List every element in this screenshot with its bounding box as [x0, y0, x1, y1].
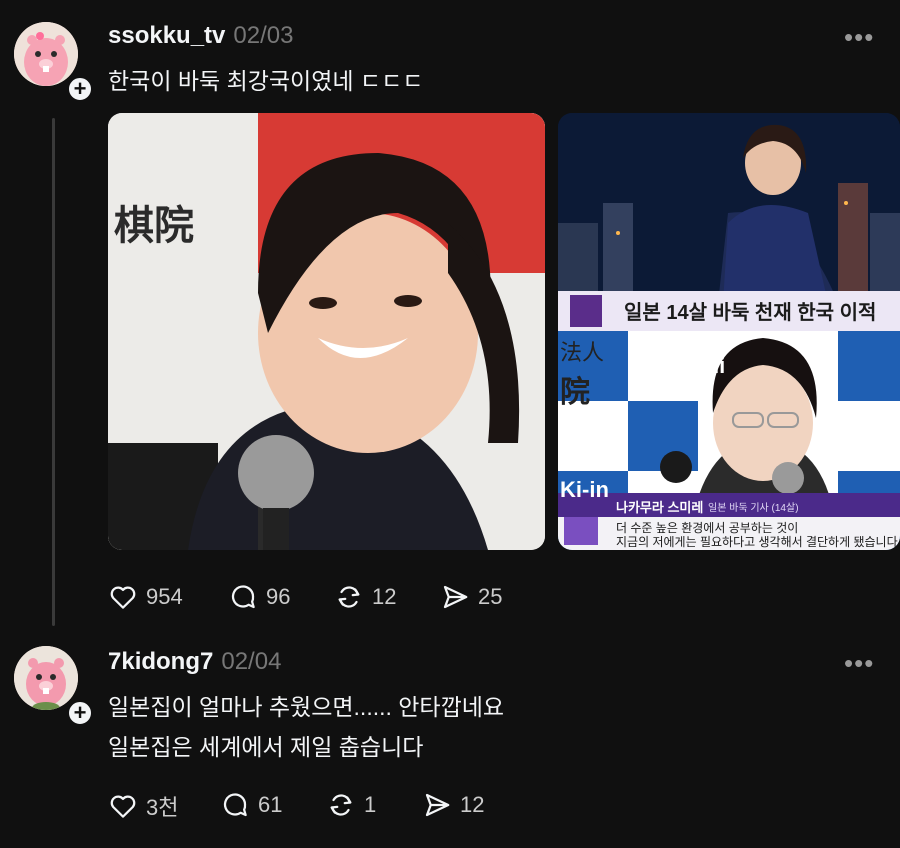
background-text-2: 院 [560, 375, 590, 410]
like-button[interactable]: 954 [108, 582, 183, 612]
reply-reply-button[interactable]: 61 [220, 790, 282, 820]
reply-like-count: 3천 [146, 795, 179, 820]
news-person-name: 나카무라 스미레 [616, 500, 704, 515]
post-image-2[interactable]: 일본 14살 바둑 천재 한국 이적 The Ni Ki-in 法人 院 나카무… [558, 113, 900, 550]
post-image-1[interactable]: 棋院 [108, 113, 545, 550]
reply-button[interactable]: 96 [228, 582, 290, 612]
share-button[interactable]: 25 [440, 582, 502, 612]
thread-connector-line [52, 118, 55, 626]
heart-icon [110, 586, 136, 609]
follow-plus-button[interactable]: + [66, 699, 94, 727]
repost-button[interactable]: 12 [334, 582, 396, 612]
like-count: 954 [146, 584, 183, 609]
reply-count: 96 [266, 584, 291, 609]
comment-bubble-icon [223, 793, 247, 817]
reply-share-count: 12 [460, 792, 485, 817]
reply-avatar[interactable] [14, 646, 78, 710]
reply-text-line-2: 일본집은 세계에서 제일 춥습니다 [108, 734, 424, 760]
news-quote-line-2: 지금의 저에게는 필요하다고 생각해서 결단하게 됐습니다. [616, 535, 900, 549]
reply-like-button[interactable]: 3천 [108, 790, 178, 822]
beaver-avatar-icon [14, 646, 78, 710]
reply-text-line-1: 일본집이 얼마나 추웠으면...... 안타깝네요 [108, 694, 505, 720]
reply-username[interactable]: 7kidong7 [108, 648, 213, 675]
share-count: 25 [478, 584, 503, 609]
more-options-button[interactable]: ••• [844, 22, 874, 53]
photo-girl-smiling-image [108, 113, 545, 550]
plus-icon: + [73, 700, 87, 725]
beaver-avatar-icon [14, 22, 78, 86]
plus-icon: + [73, 76, 87, 101]
reply-date: 02/04 [221, 648, 282, 675]
username[interactable]: ssokku_tv [108, 22, 225, 49]
comment-bubble-icon [231, 585, 255, 609]
send-paper-plane-icon [443, 585, 468, 609]
reply-repost-count: 1 [364, 792, 377, 817]
reply-header: 7kidong7 02/04 [108, 648, 281, 676]
follow-plus-button[interactable]: + [66, 75, 94, 103]
post-date: 02/03 [233, 22, 294, 49]
reply-reply-count: 61 [258, 792, 283, 817]
banner-sign-text-2: Ki-in [560, 477, 609, 502]
reply-more-options-button[interactable]: ••• [844, 648, 874, 679]
banner-sign-text: The Ni [658, 353, 726, 378]
reply-share-button[interactable]: 12 [422, 790, 484, 820]
avatar[interactable] [14, 22, 78, 86]
send-paper-plane-icon [425, 793, 450, 817]
heart-icon [110, 795, 136, 818]
reply-repost-button[interactable]: 1 [326, 790, 376, 820]
news-capture-image [558, 113, 900, 550]
background-sign-text: 棋院 [114, 202, 194, 249]
repost-arrows-icon [338, 586, 360, 608]
news-headline: 일본 14살 바둑 천재 한국 이적 [624, 302, 877, 324]
background-text: 法人 [560, 341, 605, 366]
news-person-title: 일본 바둑 기사 (14살) [708, 503, 799, 514]
repost-arrows-icon [330, 794, 352, 816]
repost-count: 12 [372, 584, 397, 609]
post-header: ssokku_tv 02/03 [108, 22, 293, 50]
post-text: 한국이 바둑 최강국이였네 ㄷㄷㄷ [108, 68, 424, 94]
